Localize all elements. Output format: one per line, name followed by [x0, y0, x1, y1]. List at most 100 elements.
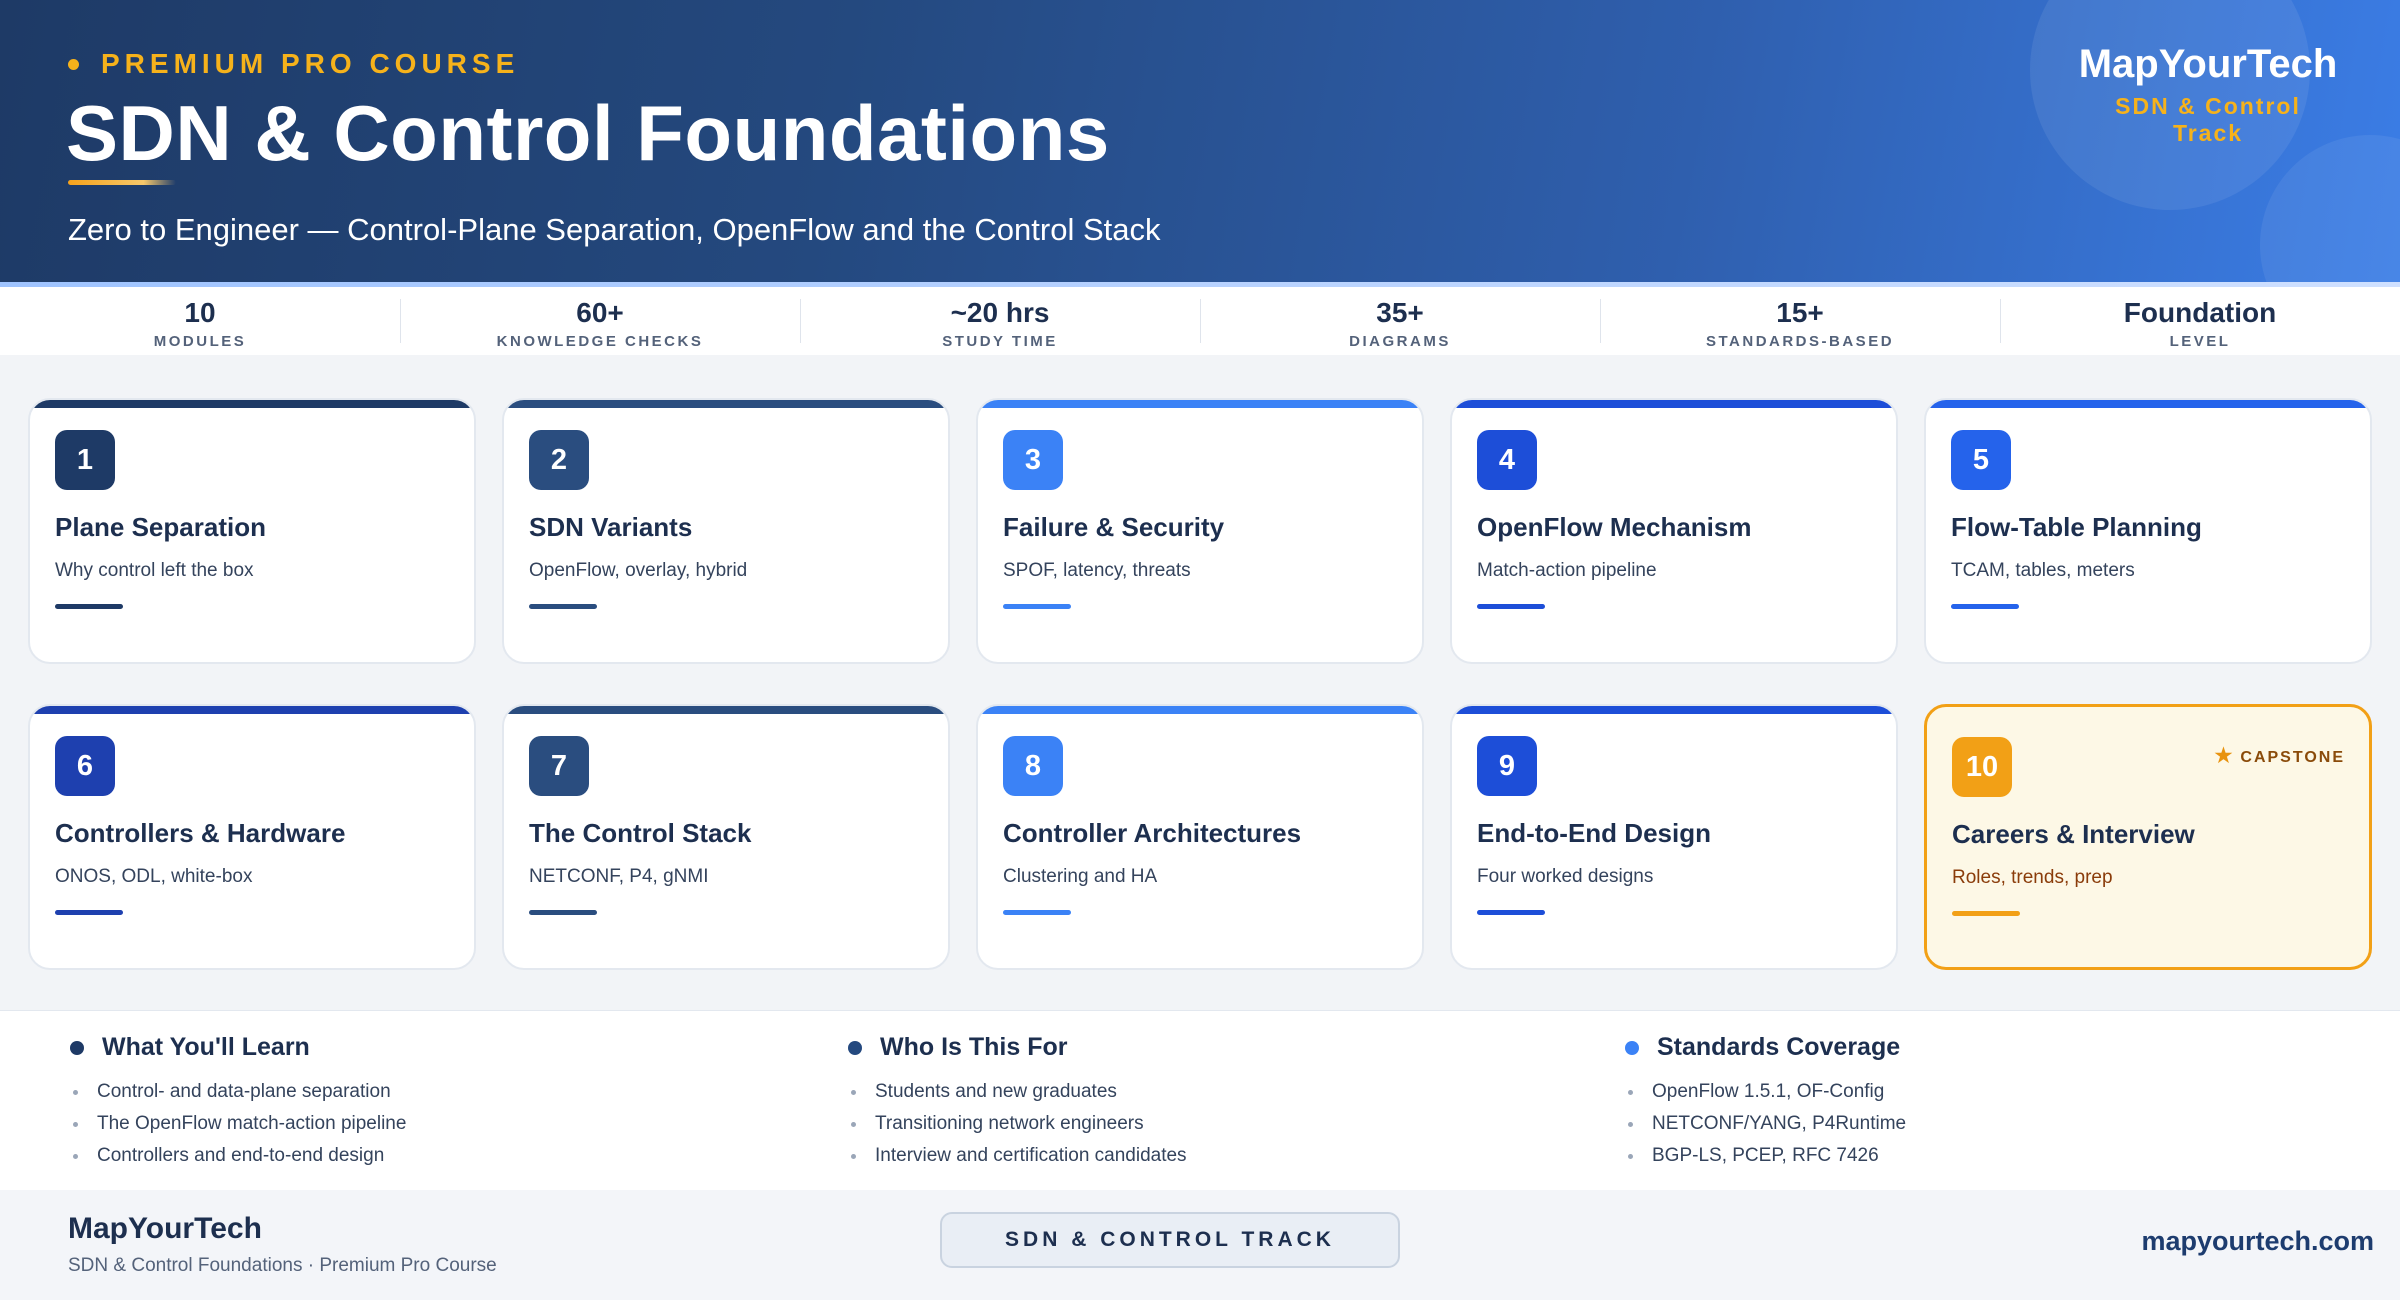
module-card-10-capstone[interactable]: ★ CAPSTONE 10 Careers & Interview Roles, … [1924, 704, 2372, 970]
module-description: ONOS, ODL, white-box [55, 866, 253, 887]
stat-label: DIAGRAMS [1349, 333, 1451, 350]
card-rule [1952, 911, 2020, 916]
stat-label: MODULES [153, 333, 247, 350]
module-title: Plane Separation [55, 512, 266, 542]
info-title: What You'll Learn [102, 1033, 310, 1061]
footer-subtitle: SDN & Control Foundations · Premium Pro … [68, 1255, 497, 1276]
info-list: OpenFlow 1.5.1, OF-Config NETCONF/YANG, … [1625, 1076, 1906, 1172]
module-card-6[interactable]: 6 Controllers & Hardware ONOS, ODL, whit… [28, 704, 476, 970]
list-item: BGP-LS, PCEP, RFC 7426 [1625, 1140, 1906, 1172]
module-title: Flow-Table Planning [1951, 512, 2202, 542]
stats-bar: 10 MODULES 60+ KNOWLEDGE CHECKS ~20 hrs … [0, 287, 2400, 355]
list-item: Controllers and end-to-end design [70, 1140, 406, 1172]
stat-diagrams: 35+ DIAGRAMS [1200, 287, 1600, 355]
list-item: NETCONF/YANG, P4Runtime [1625, 1108, 1906, 1140]
card-accent-bar [504, 400, 948, 408]
module-number: 1 [55, 430, 115, 490]
card-accent-bar [1452, 706, 1896, 714]
brand-name: MapYourTech [2078, 42, 2338, 86]
card-accent-bar [1452, 400, 1896, 408]
card-rule [1951, 604, 2019, 609]
stat-standards: 15+ STANDARDS-BASED [1600, 287, 2000, 355]
list-item: Students and new graduates [848, 1076, 1187, 1108]
info-who-is-this-for: Who Is This For Students and new graduat… [848, 1033, 1187, 1172]
decorative-circle [2260, 135, 2400, 287]
info-heading: Standards Coverage [1625, 1033, 1906, 1062]
module-title: Failure & Security [1003, 512, 1225, 542]
card-rule [1003, 910, 1071, 915]
stat-value: 60+ [576, 297, 624, 328]
card-rule [55, 910, 123, 915]
module-description: Roles, trends, prep [1952, 867, 2113, 888]
stat-modules: 10 MODULES [0, 287, 400, 355]
info-heading: What You'll Learn [70, 1033, 406, 1062]
stat-value: 35+ [1376, 297, 1424, 328]
module-title: Controllers & Hardware [55, 818, 346, 848]
stat-label: LEVEL [2169, 333, 2231, 350]
info-heading: Who Is This For [848, 1033, 1187, 1062]
card-rule [1477, 910, 1545, 915]
module-card-3[interactable]: 3 Failure & Security SPOF, latency, thre… [976, 398, 1424, 664]
eyebrow-text: PREMIUM PRO COURSE [101, 48, 520, 79]
list-item: Interview and certification candidates [848, 1140, 1187, 1172]
module-description: OpenFlow, overlay, hybrid [529, 560, 748, 581]
page-footer: MapYourTech SDN & Control Foundations · … [0, 1190, 2400, 1300]
card-accent-bar [978, 706, 1422, 714]
brand-track: SDN & Control Track [2115, 93, 2301, 146]
stat-level: Foundation LEVEL [2000, 287, 2400, 355]
card-rule [55, 604, 123, 609]
info-standards-coverage: Standards Coverage OpenFlow 1.5.1, OF-Co… [1625, 1033, 1906, 1172]
page-subtitle: Zero to Engineer — Control-Plane Separat… [68, 212, 1161, 247]
module-number: 10 [1952, 737, 2012, 797]
card-rule [529, 910, 597, 915]
list-item: Transitioning network engineers [848, 1108, 1187, 1140]
bullet-dot-icon [70, 1040, 84, 1055]
card-accent-bar [978, 400, 1422, 408]
module-card-9[interactable]: 9 End-to-End Design Four worked designs [1450, 704, 1898, 970]
module-description: NETCONF, P4, gNMI [529, 866, 709, 887]
module-title: OpenFlow Mechanism [1477, 512, 1752, 542]
info-list: Control- and data-plane separation The O… [70, 1076, 406, 1172]
eyebrow-dot-icon [68, 58, 79, 70]
card-accent-bar [30, 706, 474, 714]
footer-website-link[interactable]: mapyourtech.com [2141, 1226, 2374, 1257]
module-number: 5 [1951, 430, 2011, 490]
stat-label: STUDY TIME [942, 333, 1058, 350]
stat-value: Foundation [2123, 297, 2277, 328]
module-card-8[interactable]: 8 Controller Architectures Clustering an… [976, 704, 1424, 970]
list-item: Control- and data-plane separation [70, 1076, 406, 1108]
module-number: 7 [529, 736, 589, 796]
page-title: SDN & Control Foundations [66, 89, 1110, 177]
stat-label: STANDARDS-BASED [1705, 333, 1895, 350]
list-item: The OpenFlow match-action pipeline [70, 1108, 406, 1140]
module-description: Four worked designs [1477, 866, 1654, 887]
info-title: Who Is This For [880, 1033, 1068, 1061]
module-title: End-to-End Design [1477, 818, 1711, 848]
stat-knowledge-checks: 60+ KNOWLEDGE CHECKS [400, 287, 800, 355]
stat-value: 15+ [1776, 297, 1824, 328]
footer-brand: MapYourTech [68, 1212, 262, 1245]
title-underline [68, 180, 176, 185]
course-info-section: What You'll Learn Control- and data-plan… [0, 1010, 2400, 1190]
card-rule [529, 604, 597, 609]
card-accent-bar [504, 706, 948, 714]
module-description: Match-action pipeline [1477, 560, 1657, 581]
module-card-5[interactable]: 5 Flow-Table Planning TCAM, tables, mete… [1924, 398, 2372, 664]
stat-study-time: ~20 hrs STUDY TIME [800, 287, 1200, 355]
stat-value: ~20 hrs [950, 297, 1050, 328]
bullet-dot-icon [1625, 1040, 1639, 1055]
card-rule [1003, 604, 1071, 609]
module-card-2[interactable]: 2 SDN Variants OpenFlow, overlay, hybrid [502, 398, 950, 664]
info-what-youll-learn: What You'll Learn Control- and data-plan… [70, 1033, 406, 1172]
module-number: 6 [55, 736, 115, 796]
module-card-4[interactable]: 4 OpenFlow Mechanism Match-action pipeli… [1450, 398, 1898, 664]
module-card-7[interactable]: 7 The Control Stack NETCONF, P4, gNMI [502, 704, 950, 970]
module-description: Why control left the box [55, 560, 254, 581]
card-accent-bar [1926, 400, 2370, 408]
module-number: 8 [1003, 736, 1063, 796]
star-icon: ★ [2214, 745, 2235, 767]
module-card-1[interactable]: 1 Plane Separation Why control left the … [28, 398, 476, 664]
module-number: 2 [529, 430, 589, 490]
bullet-dot-icon [848, 1040, 862, 1055]
list-item: OpenFlow 1.5.1, OF-Config [1625, 1076, 1906, 1108]
